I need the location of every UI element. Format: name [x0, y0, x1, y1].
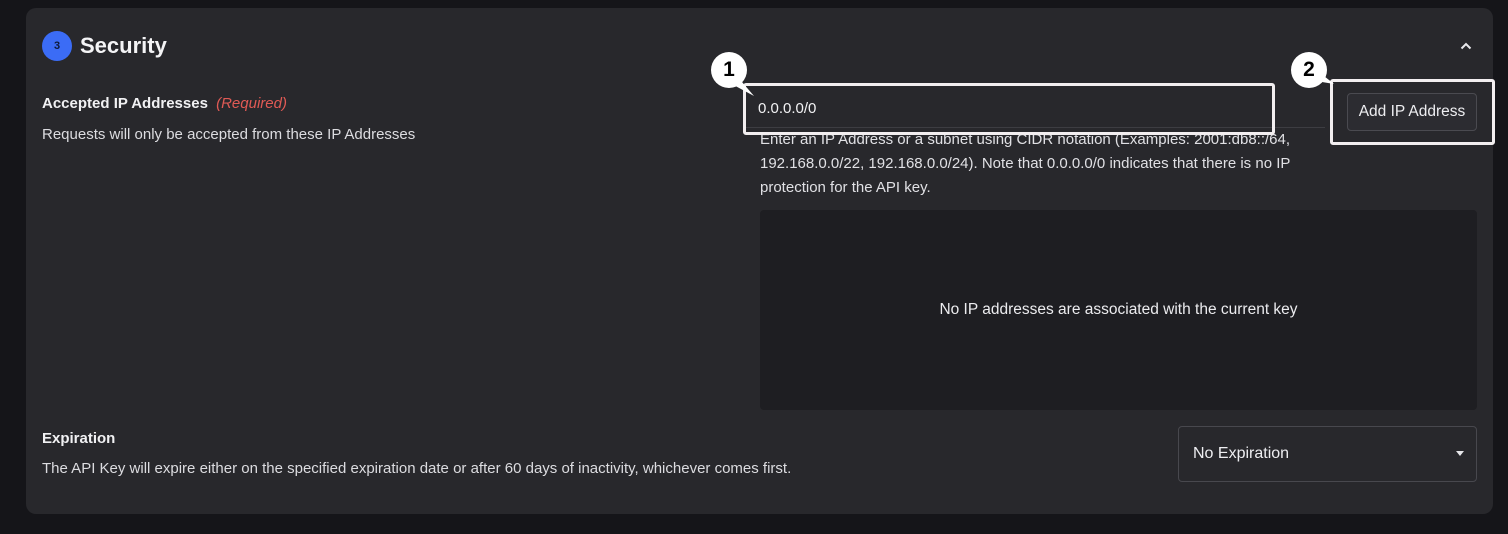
chevron-up-icon: [1460, 42, 1472, 50]
required-tag: (Required): [216, 95, 287, 112]
section-header[interactable]: 3 Security: [42, 31, 167, 61]
empty-message: No IP addresses are associated with the …: [939, 301, 1298, 318]
ip-address-hint: Enter an IP Address or a subnet using CI…: [760, 131, 1291, 196]
ip-address-list-empty: No IP addresses are associated with the …: [760, 210, 1477, 410]
ip-address-input[interactable]: [746, 90, 1325, 128]
expiration-select[interactable]: No Expiration: [1178, 426, 1477, 482]
caret-down-icon: [1456, 451, 1464, 456]
add-ip-address-button[interactable]: Add IP Address: [1347, 93, 1477, 131]
expiration-selected-value: No Expiration: [1193, 445, 1290, 462]
expiration-label: Expiration: [42, 430, 116, 447]
ip-addresses-label: Accepted IP Addresses: [42, 95, 208, 112]
step-badge: 3: [42, 31, 72, 61]
section-title: Security: [80, 33, 167, 58]
callout-number-2: 2: [1291, 52, 1327, 88]
callout-number-1: 1: [711, 52, 747, 88]
ip-addresses-description: Requests will only be accepted from thes…: [42, 126, 416, 143]
ip-addresses-label-row: Accepted IP Addresses (Required): [42, 95, 287, 112]
expiration-description: The API Key will expire either on the sp…: [42, 460, 792, 477]
collapse-button[interactable]: [1456, 38, 1476, 54]
